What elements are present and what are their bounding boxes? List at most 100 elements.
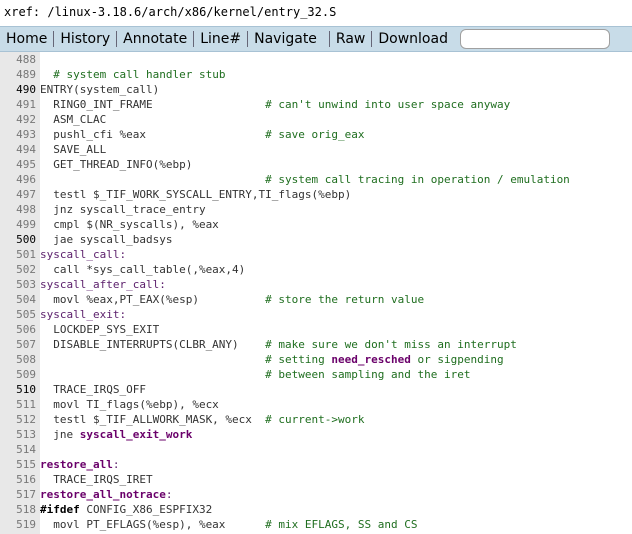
code-token[interactable]: : [166,488,173,501]
code-line: 504 movl %eax,PT_EAX(%esp) # store the r… [0,292,632,307]
line-number[interactable]: 515 [0,457,40,472]
navigate-link[interactable]: Navigate [248,29,323,49]
line-number[interactable]: 501 [0,247,40,262]
line-number[interactable]: 495 [0,157,40,172]
annotate-link[interactable]: Annotate [117,29,193,49]
line-number[interactable]: 505 [0,307,40,322]
code-token: movl %eax,PT_EAX(%esp) [40,293,266,306]
line-number[interactable]: 506 [0,322,40,337]
history-link[interactable]: History [54,29,116,49]
line-number[interactable]: 508 [0,352,40,367]
code-token: jne [40,428,80,441]
code-token: testl $_TIF_WORK_SYSCALL_ENTRY,TI_flags(… [40,188,352,201]
code-token: # current->work [265,413,365,426]
code-token[interactable]: syscall_call: [40,248,126,261]
code-line: 512 testl $_TIF_ALLWORK_MASK, %ecx # cur… [0,412,632,427]
code-token: # system call tracing in operation / emu… [265,173,570,186]
code-token[interactable]: syscall_exit_work [80,428,193,441]
code-line: 494 SAVE_ALL [0,142,632,157]
code-token: # save orig_eax [265,128,365,141]
code-line: 488 [0,52,632,67]
line-number[interactable]: 503 [0,277,40,292]
code-line: 513 jne syscall_exit_work [0,427,632,442]
line-number[interactable]: 502 [0,262,40,277]
code-line: 490 ENTRY(system_call) [0,82,632,97]
code-token: GET_THREAD_INFO(%ebp) [40,158,193,171]
code-line: 514 [0,442,632,457]
line-number[interactable]: 514 [0,442,40,457]
code-token: ENTRY(system_call) [40,83,160,96]
xref-path[interactable]: /linux-3.18.6/arch/x86/kernel/entry_32.S [40,5,336,19]
line-number[interactable]: 519 [0,517,40,532]
code-token[interactable]: syscall_exit: [40,308,126,321]
line-numbers-link[interactable]: Line# [194,29,247,49]
code-line: 502 call *sys_call_table(,%eax,4) [0,262,632,277]
download-link[interactable]: Download [372,29,454,49]
line-number[interactable]: 516 [0,472,40,487]
code-token: jnz syscall_trace_entry [40,203,206,216]
code-token[interactable]: : [113,458,120,471]
code-token[interactable]: syscall_after_call: [40,278,166,291]
code-line: 508 # setting need_resched or sigpending [0,352,632,367]
line-number[interactable]: 517 [0,487,40,502]
code-line: 496 # system call tracing in operation /… [0,172,632,187]
code-line: 510 TRACE_IRQS_OFF [0,382,632,397]
line-number[interactable]: 499 [0,217,40,232]
code-token: # make sure we don't miss an interrupt [265,338,517,351]
line-number[interactable]: 507 [0,337,40,352]
line-number[interactable]: 498 [0,202,40,217]
code-token: # store the return value [265,293,425,306]
line-number[interactable]: 496 [0,172,40,187]
code-token: # between sampling and the iret [265,368,471,381]
line-number[interactable]: 490 [0,82,40,97]
search-input[interactable] [459,29,610,49]
code-token[interactable]: need_resched [331,353,410,366]
line-number[interactable]: 513 [0,427,40,442]
line-number[interactable]: 500 [0,232,40,247]
code-token: movl TI_flags(%ebp), %ecx [40,398,219,411]
source-code-view: 488 489 # system call handler stub 490 ENTR… [0,52,632,534]
line-number[interactable]: 491 [0,97,40,112]
code-line: 495 GET_THREAD_INFO(%ebp) [0,157,632,172]
code-line: 519 movl PT_EFLAGS(%esp), %eax # mix EFL… [0,517,632,532]
line-number[interactable]: 511 [0,397,40,412]
line-number[interactable]: 512 [0,412,40,427]
code-line: 491 RING0_INT_FRAME # can't unwind into … [0,97,632,112]
code-line: 506 LOCKDEP_SYS_EXIT [0,322,632,337]
home-link[interactable]: Home [0,29,53,49]
line-number[interactable]: 492 [0,112,40,127]
line-number[interactable]: 518 [0,502,40,517]
line-number[interactable]: 497 [0,187,40,202]
line-number[interactable]: 504 [0,292,40,307]
code-token: DISABLE_INTERRUPTS(CLBR_ANY) [40,338,266,351]
code-line: 500 jae syscall_badsys [0,232,632,247]
raw-link[interactable]: Raw [330,29,371,49]
code-line: 493 pushl_cfi %eax # save orig_eax [0,127,632,142]
toolbar: Home History Annotate Line# Navigate Raw… [0,26,632,52]
code-token: movl PT_EFLAGS(%esp), %eax [40,518,266,531]
code-token: ASM_CLAC [40,113,107,126]
line-number[interactable]: 488 [0,52,40,67]
code-line: 516 TRACE_IRQS_IRET [0,472,632,487]
code-token: # system call handler stub [53,68,226,81]
line-number[interactable]: 489 [0,67,40,82]
xref-bar: xref: /linux-3.18.6/arch/x86/kernel/entr… [0,0,632,24]
line-number[interactable]: 494 [0,142,40,157]
line-number[interactable]: 510 [0,382,40,397]
code-token: RING0_INT_FRAME [40,98,266,111]
code-token: testl $_TIF_ALLWORK_MASK, %ecx [40,413,266,426]
xref-label: xref: [4,5,41,19]
code-token: TRACE_IRQS_OFF [40,383,146,396]
code-line: 515 restore_all: [0,457,632,472]
line-number[interactable]: 509 [0,367,40,382]
line-number[interactable]: 493 [0,127,40,142]
code-token[interactable]: restore_all_notrace [40,488,166,501]
code-token: jae syscall_badsys [40,233,173,246]
code-line: 497 testl $_TIF_WORK_SYSCALL_ENTRY,TI_fl… [0,187,632,202]
code-line: 509 # between sampling and the iret [0,367,632,382]
code-token[interactable]: restore_all [40,458,113,471]
